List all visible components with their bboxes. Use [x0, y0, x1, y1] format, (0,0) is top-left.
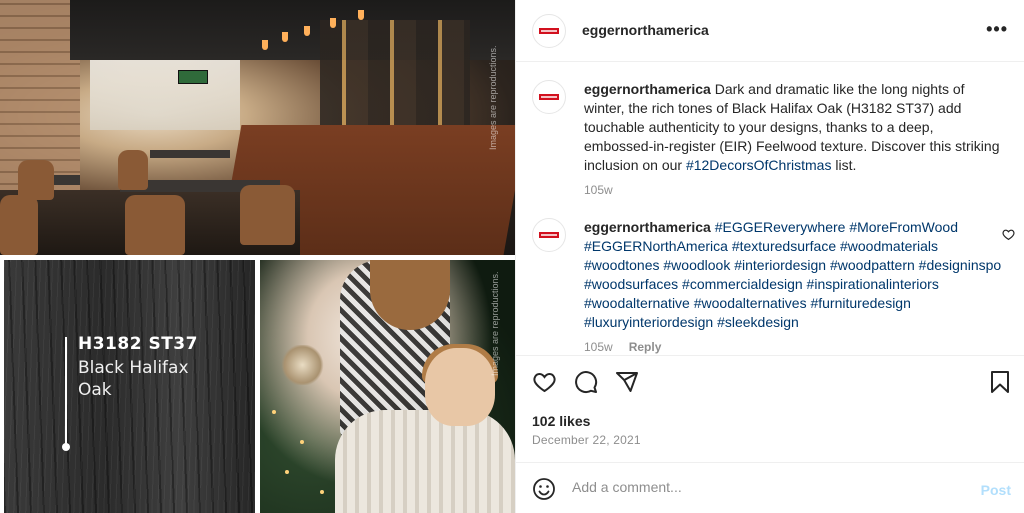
likes-count[interactable]: 102 likes — [532, 413, 590, 429]
disclaimer-text-top: Images are reproductions. — [488, 45, 498, 150]
reply-button[interactable]: Reply — [629, 340, 662, 354]
post-date: December 22, 2021 — [532, 433, 641, 447]
add-comment-bar: Post — [516, 462, 1024, 513]
caption-hashtag[interactable]: #12DecorsOfChristmas — [686, 157, 832, 173]
kids-tree-photo — [260, 260, 515, 513]
comment-item: eggernorthamerica #EGGEReverywhere #More… — [532, 218, 1002, 354]
caption-suffix: list. — [831, 157, 857, 173]
post-media[interactable]: Images are reproductions. H3182 ST37 Bla… — [0, 0, 515, 513]
egger-logo-icon — [539, 94, 559, 100]
disclaimer-text-bottom: Images are reproductions. — [490, 271, 500, 376]
comments-list[interactable]: eggernorthamerica Dark and dramatic like… — [516, 62, 1024, 355]
restaurant-photo — [0, 0, 515, 255]
egger-logo-icon — [539, 28, 559, 34]
more-options-icon[interactable]: ••• — [986, 20, 1008, 38]
comment-input[interactable] — [572, 479, 952, 495]
comment-bubble-icon[interactable] — [574, 370, 598, 394]
avatar[interactable] — [532, 218, 566, 252]
post-button[interactable]: Post — [981, 482, 1011, 498]
header-username[interactable]: eggernorthamerica — [582, 22, 709, 38]
wood-swatch: H3182 ST37 Black Halifax Oak — [4, 260, 255, 513]
avatar[interactable] — [532, 14, 566, 48]
comment-like-icon[interactable] — [1002, 228, 1015, 241]
post-header: eggernorthamerica ••• — [516, 0, 1024, 62]
bookmark-icon[interactable] — [989, 370, 1011, 394]
caption-time[interactable]: 105w — [584, 183, 613, 197]
comment-username[interactable]: eggernorthamerica — [584, 219, 711, 235]
swatch-dot — [62, 443, 70, 451]
product-name: Black Halifax Oak — [78, 358, 189, 400]
egger-logo-icon — [539, 232, 559, 238]
action-bar — [516, 355, 1024, 405]
post-panel: eggernorthamerica ••• eggernorthamerica … — [515, 0, 1024, 513]
share-send-icon[interactable] — [615, 370, 639, 394]
avatar[interactable] — [532, 80, 566, 114]
like-heart-icon[interactable] — [532, 370, 557, 394]
comment-hashtags[interactable]: #EGGEReverywhere #MoreFromWood #EGGERNor… — [584, 219, 1001, 330]
caption-username[interactable]: eggernorthamerica — [584, 81, 711, 97]
swatch-line — [65, 337, 67, 447]
product-code: H3182 ST37 — [78, 334, 198, 354]
emoji-icon[interactable] — [532, 477, 556, 501]
comment-time[interactable]: 105w — [584, 340, 613, 354]
caption: eggernorthamerica Dark and dramatic like… — [532, 80, 1002, 197]
